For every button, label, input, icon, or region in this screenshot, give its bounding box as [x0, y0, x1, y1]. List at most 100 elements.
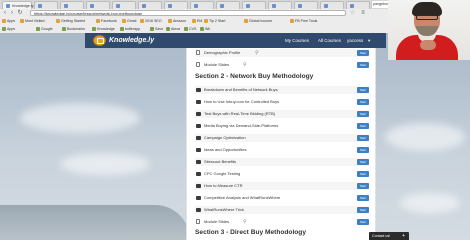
tab-favicon-icon [90, 4, 94, 8]
lesson-row[interactable]: CPC Google Testing Start [195, 170, 369, 178]
site-logo[interactable]: Knowledge.ly [109, 37, 154, 44]
lesson-row[interactable]: Module Slides ⚲ Start [195, 218, 369, 226]
bookmark-item[interactable]: 2016 SEO [140, 18, 162, 24]
start-button[interactable]: Start [357, 87, 369, 93]
browser-tab-13[interactable] [320, 1, 344, 9]
url-bar[interactable]: https://knowledge.ly/course/lesson/netwo… [30, 10, 346, 16]
browser-tab-5[interactable] [112, 1, 136, 9]
start-button[interactable]: Start [357, 159, 369, 165]
lesson-row[interactable]: Campaign Optimization Start [195, 134, 369, 142]
tab-favicon-icon [38, 4, 42, 8]
background-cloud [385, 123, 465, 151]
tab-favicon-icon [168, 4, 172, 8]
tab-favicon-icon [246, 4, 250, 8]
bookmark-icon [140, 19, 144, 23]
browser-tab-11[interactable] [268, 1, 292, 9]
extension-item[interactable]: Google [36, 26, 53, 32]
lesson-row[interactable]: How to Use Inbuy.com for Controlled Buys… [195, 98, 369, 106]
extension-item[interactable]: Save [150, 26, 163, 32]
start-button[interactable]: Start [357, 99, 369, 105]
lesson-row[interactable]: Demographic Profile ⚲ Start [195, 49, 369, 57]
lesson-row[interactable]: Media Buying via Demand-Side-Platforms S… [195, 122, 369, 130]
extension-item[interactable]: Apps [2, 26, 15, 32]
video-icon [196, 124, 201, 128]
browser-tab-8[interactable] [190, 1, 214, 9]
lesson-title: How to Measure CTR [204, 183, 243, 188]
start-button[interactable]: Start [357, 123, 369, 129]
bookmark-item[interactable]: Apps [2, 18, 15, 24]
lesson-row[interactable]: How to Measure CTR Start [195, 182, 369, 190]
bookmark-icon [2, 19, 6, 23]
start-button[interactable]: Start [357, 183, 369, 189]
tab-favicon-icon [350, 4, 354, 8]
bookmark-star-icon[interactable]: ☆ [350, 10, 355, 16]
presenter-hair [412, 2, 442, 16]
bookmark-icon [168, 19, 172, 23]
lesson-row[interactable]: Sitescout Benefits Start [195, 158, 369, 166]
browser-tab-12[interactable] [294, 1, 318, 9]
lesson-row[interactable]: Test Buys with Real-Time Bidding (RTB) S… [195, 110, 369, 118]
lesson-title: How to Use Inbuy.com for Controlled Buys [204, 99, 280, 104]
start-button[interactable]: Start [357, 50, 369, 56]
bookmark-item[interactable]: Tip 2 Start [204, 18, 225, 24]
extension-icon [62, 27, 66, 31]
extension-item[interactable]: bufferapp [120, 26, 140, 32]
start-button[interactable]: Start [357, 62, 369, 68]
nav-all-courses[interactable]: All Courses [318, 38, 341, 43]
back-icon[interactable]: ‹ [2, 10, 8, 16]
browser-tab-7[interactable] [164, 1, 188, 9]
section-2-title: Section 2 - Network Buy Methodology [195, 73, 314, 80]
browser-tab-6[interactable] [138, 1, 162, 9]
extension-item[interactable]: Alexa [166, 26, 180, 32]
browser-tab-9[interactable] [216, 1, 240, 9]
bookmark-item[interactable]: Facebook [96, 18, 117, 24]
start-button[interactable]: Start [357, 171, 369, 177]
lesson-row[interactable]: Breakdown and Benefits of Network Buys S… [195, 86, 369, 94]
document-icon [196, 50, 200, 55]
browser-tab-2[interactable] [34, 1, 58, 9]
bookmark-icon [192, 19, 196, 23]
extension-item[interactable]: Wk [200, 26, 210, 32]
lesson-row[interactable]: Competitive Analysis and WhatRunsWhere S… [195, 194, 369, 202]
bookmark-item[interactable]: Global Income [244, 18, 272, 24]
nav-user-menu[interactable]: yaccess [347, 38, 363, 43]
menu-icon[interactable]: ≡ [360, 10, 366, 16]
bookmark-item[interactable]: EM [192, 18, 202, 24]
forward-icon[interactable]: › [9, 10, 15, 16]
bookmark-item[interactable]: Getting Started [56, 18, 85, 24]
video-icon [196, 112, 201, 116]
video-icon [196, 148, 201, 152]
profile-name[interactable]: pangebungan [371, 1, 395, 8]
bookmark-item[interactable]: Amazon [168, 18, 186, 24]
browser-tab-3[interactable] [60, 1, 84, 9]
start-button[interactable]: Start [357, 111, 369, 117]
browser-tab[interactable]: Knowledge.ly [2, 1, 33, 9]
start-button[interactable]: Start [357, 147, 369, 153]
extension-item[interactable]: CVS [184, 26, 196, 32]
bookmark-item[interactable]: Gmail [122, 18, 136, 24]
start-button[interactable]: Start [357, 207, 369, 213]
lesson-row[interactable]: WhatRunsWhere Trick Start [195, 206, 369, 214]
start-button[interactable]: Start [357, 135, 369, 141]
nav-my-courses[interactable]: My Courses [285, 38, 309, 43]
bookmark-icon [96, 19, 100, 23]
contact-us-bar[interactable]: Contact us! + [369, 232, 409, 240]
start-button[interactable]: Start [357, 195, 369, 201]
logo-icon[interactable] [93, 35, 106, 46]
webcam-overlay [388, 0, 470, 60]
extension-item[interactable]: Bookmarks [62, 26, 85, 32]
extension-icon [184, 27, 188, 31]
bookmark-item[interactable]: FB Free Tools [290, 18, 317, 24]
start-button[interactable]: Start [357, 219, 369, 225]
lesson-row[interactable]: Ideas and Opportunities Start [195, 146, 369, 154]
extension-icon [150, 27, 154, 31]
bookmark-item[interactable]: Most Visited [20, 18, 45, 24]
browser-tab-4[interactable] [86, 1, 110, 9]
browser-tab-14[interactable] [346, 1, 370, 9]
lesson-row[interactable]: Module Slides ⚲ Start [195, 61, 369, 69]
chevron-down-icon[interactable]: ▾ [368, 38, 370, 43]
extension-item[interactable]: Knowledge [92, 26, 115, 32]
reload-icon[interactable]: ↻ [17, 10, 23, 16]
address-row: ‹ › ↻ https://knowledge.ly/course/lesson… [0, 9, 388, 17]
browser-tab-10[interactable] [242, 1, 266, 9]
